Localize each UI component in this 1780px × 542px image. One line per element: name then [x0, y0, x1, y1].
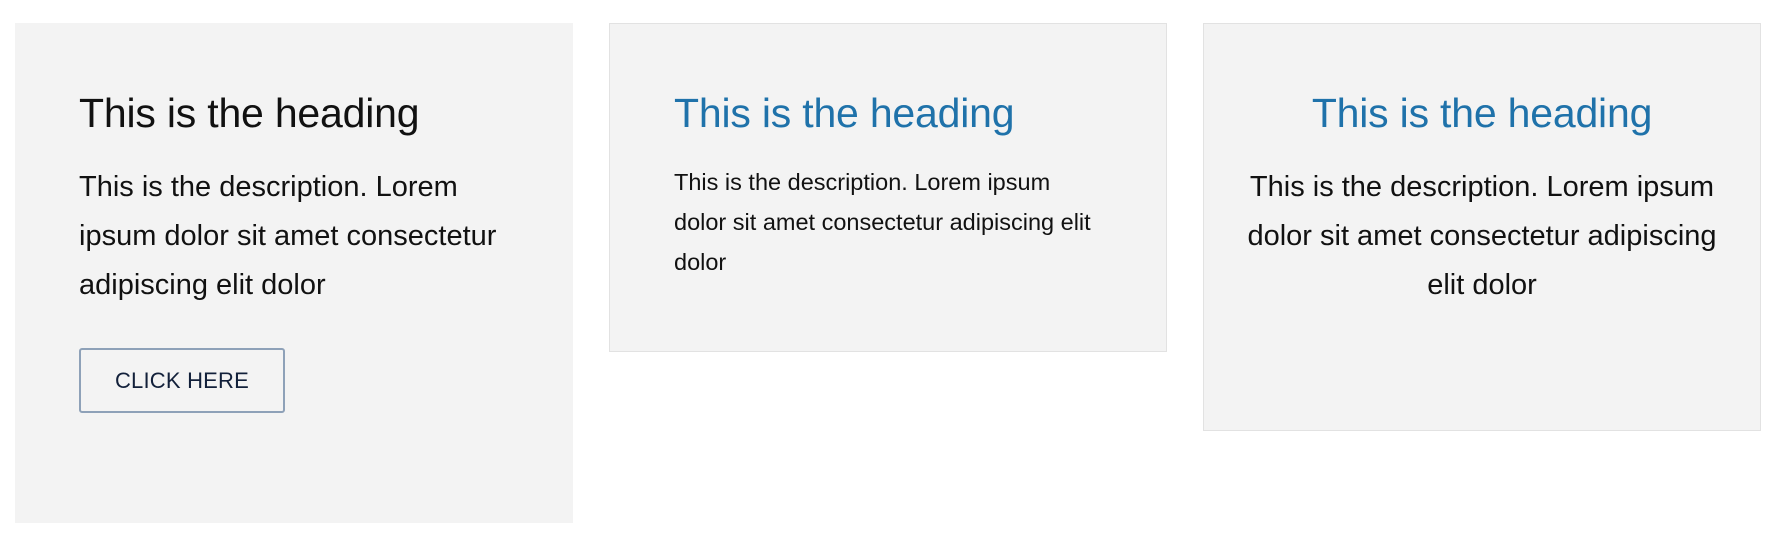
card-right: This is the heading This is the descript…	[1203, 23, 1761, 431]
card-description: This is the description. Lorem ipsum dol…	[674, 169, 1091, 275]
card-description: This is the description. Lorem ipsum dol…	[1247, 171, 1717, 301]
card-left: This is the heading This is the descript…	[15, 23, 573, 523]
card-heading: This is the heading	[674, 90, 1015, 136]
click-here-button[interactable]: CLICK HERE	[79, 348, 285, 413]
card-middle: This is the heading This is the descript…	[609, 23, 1167, 352]
card-heading: This is the heading	[79, 90, 420, 136]
card-description: This is the description. Lorem ipsum dol…	[79, 171, 497, 301]
card-heading: This is the heading	[1311, 90, 1653, 136]
